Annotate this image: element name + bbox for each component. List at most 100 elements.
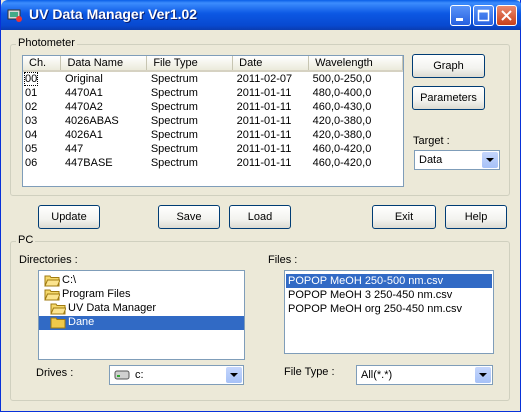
table-cell: 2011-01-11	[236, 143, 292, 155]
table-cell: 4026ABAS	[64, 115, 119, 127]
table-cell: 03	[25, 115, 38, 127]
table-cell: 420,0-380,0	[312, 115, 372, 127]
column-header[interactable]: Date	[232, 56, 310, 72]
directory-item[interactable]: UV Data Manager	[50, 302, 156, 316]
table-cell: Spectrum	[150, 115, 198, 127]
data-list[interactable]: Ch. Data Name File Type Date Wavelength …	[22, 55, 404, 187]
table-row[interactable]: 05 447 Spectrum 2011-01-11 460,0-420,0	[23, 142, 403, 156]
title-bar[interactable]: UV Data Manager Ver1.02	[1, 0, 521, 30]
directory-label: Dane	[68, 316, 95, 328]
table-cell: 2011-01-11	[236, 115, 292, 127]
parameters-button[interactable]: Parameters	[412, 86, 485, 110]
photometer-label: Photometer	[16, 37, 77, 49]
pc-group: PC Directories : C:\ Program Files UV Data…	[10, 234, 510, 401]
table-cell: Spectrum	[150, 129, 198, 141]
load-button[interactable]: Load	[229, 205, 291, 229]
table-cell: 2011-01-11	[236, 101, 292, 113]
directory-label: C:\	[62, 274, 77, 286]
table-cell: 2011-01-11	[236, 87, 292, 99]
minimize-button[interactable]	[450, 5, 471, 26]
table-cell: 2011-01-11	[236, 129, 292, 141]
directory-item[interactable]: C:\	[44, 274, 76, 288]
table-row[interactable]: 06 447BASE Spectrum 2011-01-11 460,0-420,0	[23, 156, 403, 170]
table-cell: 480,0-400,0	[312, 87, 372, 99]
directory-item[interactable]: Program Files	[44, 288, 130, 302]
directory-label: UV Data Manager	[68, 302, 157, 314]
pc-label: PC	[16, 234, 36, 246]
table-cell: 02	[25, 101, 38, 113]
table-cell: 447BASE	[64, 157, 113, 169]
focused-cell: 00	[23, 72, 39, 86]
table-header: Ch. Data Name File Type Date Wavelength	[23, 56, 403, 72]
chevron-down-icon[interactable]	[482, 152, 498, 168]
table-row[interactable]: 02 4470A2 Spectrum 2011-01-11 460,0-430,0	[23, 100, 403, 114]
table-cell: 4470A1	[64, 87, 103, 99]
save-button[interactable]: Save	[158, 205, 220, 229]
directories-label: Directories :	[19, 254, 78, 266]
file-type-label: File Type :	[284, 366, 335, 378]
help-button[interactable]: Help	[445, 205, 507, 229]
target-value: Data	[419, 154, 443, 166]
table-cell: 2011-02-07	[236, 73, 293, 85]
table-cell: 06	[25, 157, 38, 169]
column-header[interactable]: Data Name	[60, 56, 148, 72]
parameters-button-label: Parameters	[420, 92, 477, 104]
directory-item[interactable]: Dane	[39, 316, 244, 330]
table-row[interactable]: 04 4026A1 Spectrum 2011-01-11 420,0-380,0	[23, 128, 403, 142]
load-button-label: Load	[247, 211, 273, 223]
help-button-label: Help	[464, 211, 488, 223]
table-cell: Spectrum	[150, 87, 198, 99]
table-cell: Spectrum	[150, 73, 198, 85]
table-row[interactable]: 03 4026ABAS Spectrum 2011-01-11 420,0-380,0	[23, 114, 403, 128]
table-cell: Spectrum	[150, 157, 198, 169]
file-item[interactable]: POPOP MeOH 3 250-450 nm.csv	[288, 288, 452, 302]
maximize-button[interactable]	[473, 5, 494, 26]
target-label: Target :	[413, 135, 450, 147]
folder-icon	[50, 316, 66, 329]
file-type-select[interactable]: All(*.*)	[356, 365, 493, 385]
update-button-label: Update	[51, 211, 87, 223]
files-list[interactable]: POPOP MeOH 250-500 nm.csv POPOP MeOH 3 25…	[284, 270, 494, 354]
drives-select[interactable]: c:	[109, 365, 244, 385]
files-label: Files :	[268, 254, 298, 266]
table-row[interactable]: 00 Original Spectrum 2011-02-07 500,0-250,0	[23, 71, 403, 86]
table-cell: 460,0-420,0	[312, 157, 372, 169]
directory-label: Program Files	[62, 288, 131, 300]
photometer-group: Photometer Ch. Data Name File Type Date …	[10, 37, 510, 196]
app-window: UV Data Manager Ver1.02 Photometer Ch. D…	[0, 0, 521, 412]
maximize-icon	[477, 9, 490, 22]
table-cell: 420,0-380,0	[312, 129, 372, 141]
app-icon	[7, 7, 23, 23]
chevron-down-icon[interactable]	[226, 367, 242, 383]
file-type-value: All(*.*)	[361, 369, 393, 381]
table-cell: Original	[64, 73, 103, 85]
exit-button[interactable]: Exit	[372, 205, 436, 229]
close-icon	[501, 10, 512, 21]
close-button[interactable]	[496, 5, 517, 26]
table-cell: 500,0-250,0	[312, 73, 372, 85]
update-button[interactable]: Update	[38, 205, 100, 229]
file-item[interactable]: POPOP MeOH 250-500 nm.csv	[285, 273, 493, 289]
save-button-label: Save	[176, 211, 202, 223]
folder-icon	[44, 288, 61, 301]
directories-list[interactable]: C:\ Program Files UV Data Manager Dane	[38, 270, 245, 360]
graph-button-label: Graph	[433, 60, 464, 72]
drive-value: c:	[135, 369, 144, 381]
column-header[interactable]: File Type	[146, 56, 234, 72]
table-cell: 460,0-430,0	[312, 101, 372, 113]
column-header[interactable]: Ch.	[23, 56, 62, 72]
target-select[interactable]: Data	[414, 150, 500, 170]
table-row[interactable]: 01 4470A1 Spectrum 2011-01-11 480,0-400,0	[23, 86, 403, 100]
window-title: UV Data Manager Ver1.02	[29, 6, 198, 22]
data-table: Ch. Data Name File Type Date Wavelength …	[23, 56, 403, 170]
folder-icon	[44, 274, 61, 287]
exit-button-label: Exit	[394, 211, 414, 223]
drives-label: Drives :	[36, 367, 74, 379]
graph-button[interactable]: Graph	[412, 54, 485, 78]
table-cell: 05	[25, 143, 38, 155]
table-cell: Spectrum	[150, 143, 198, 155]
table-cell: 447	[64, 143, 84, 155]
file-item[interactable]: POPOP MeOH org 250-450 nm.csv	[288, 302, 462, 316]
chevron-down-icon[interactable]	[475, 367, 491, 383]
column-header[interactable]: Wavelength	[308, 56, 403, 72]
